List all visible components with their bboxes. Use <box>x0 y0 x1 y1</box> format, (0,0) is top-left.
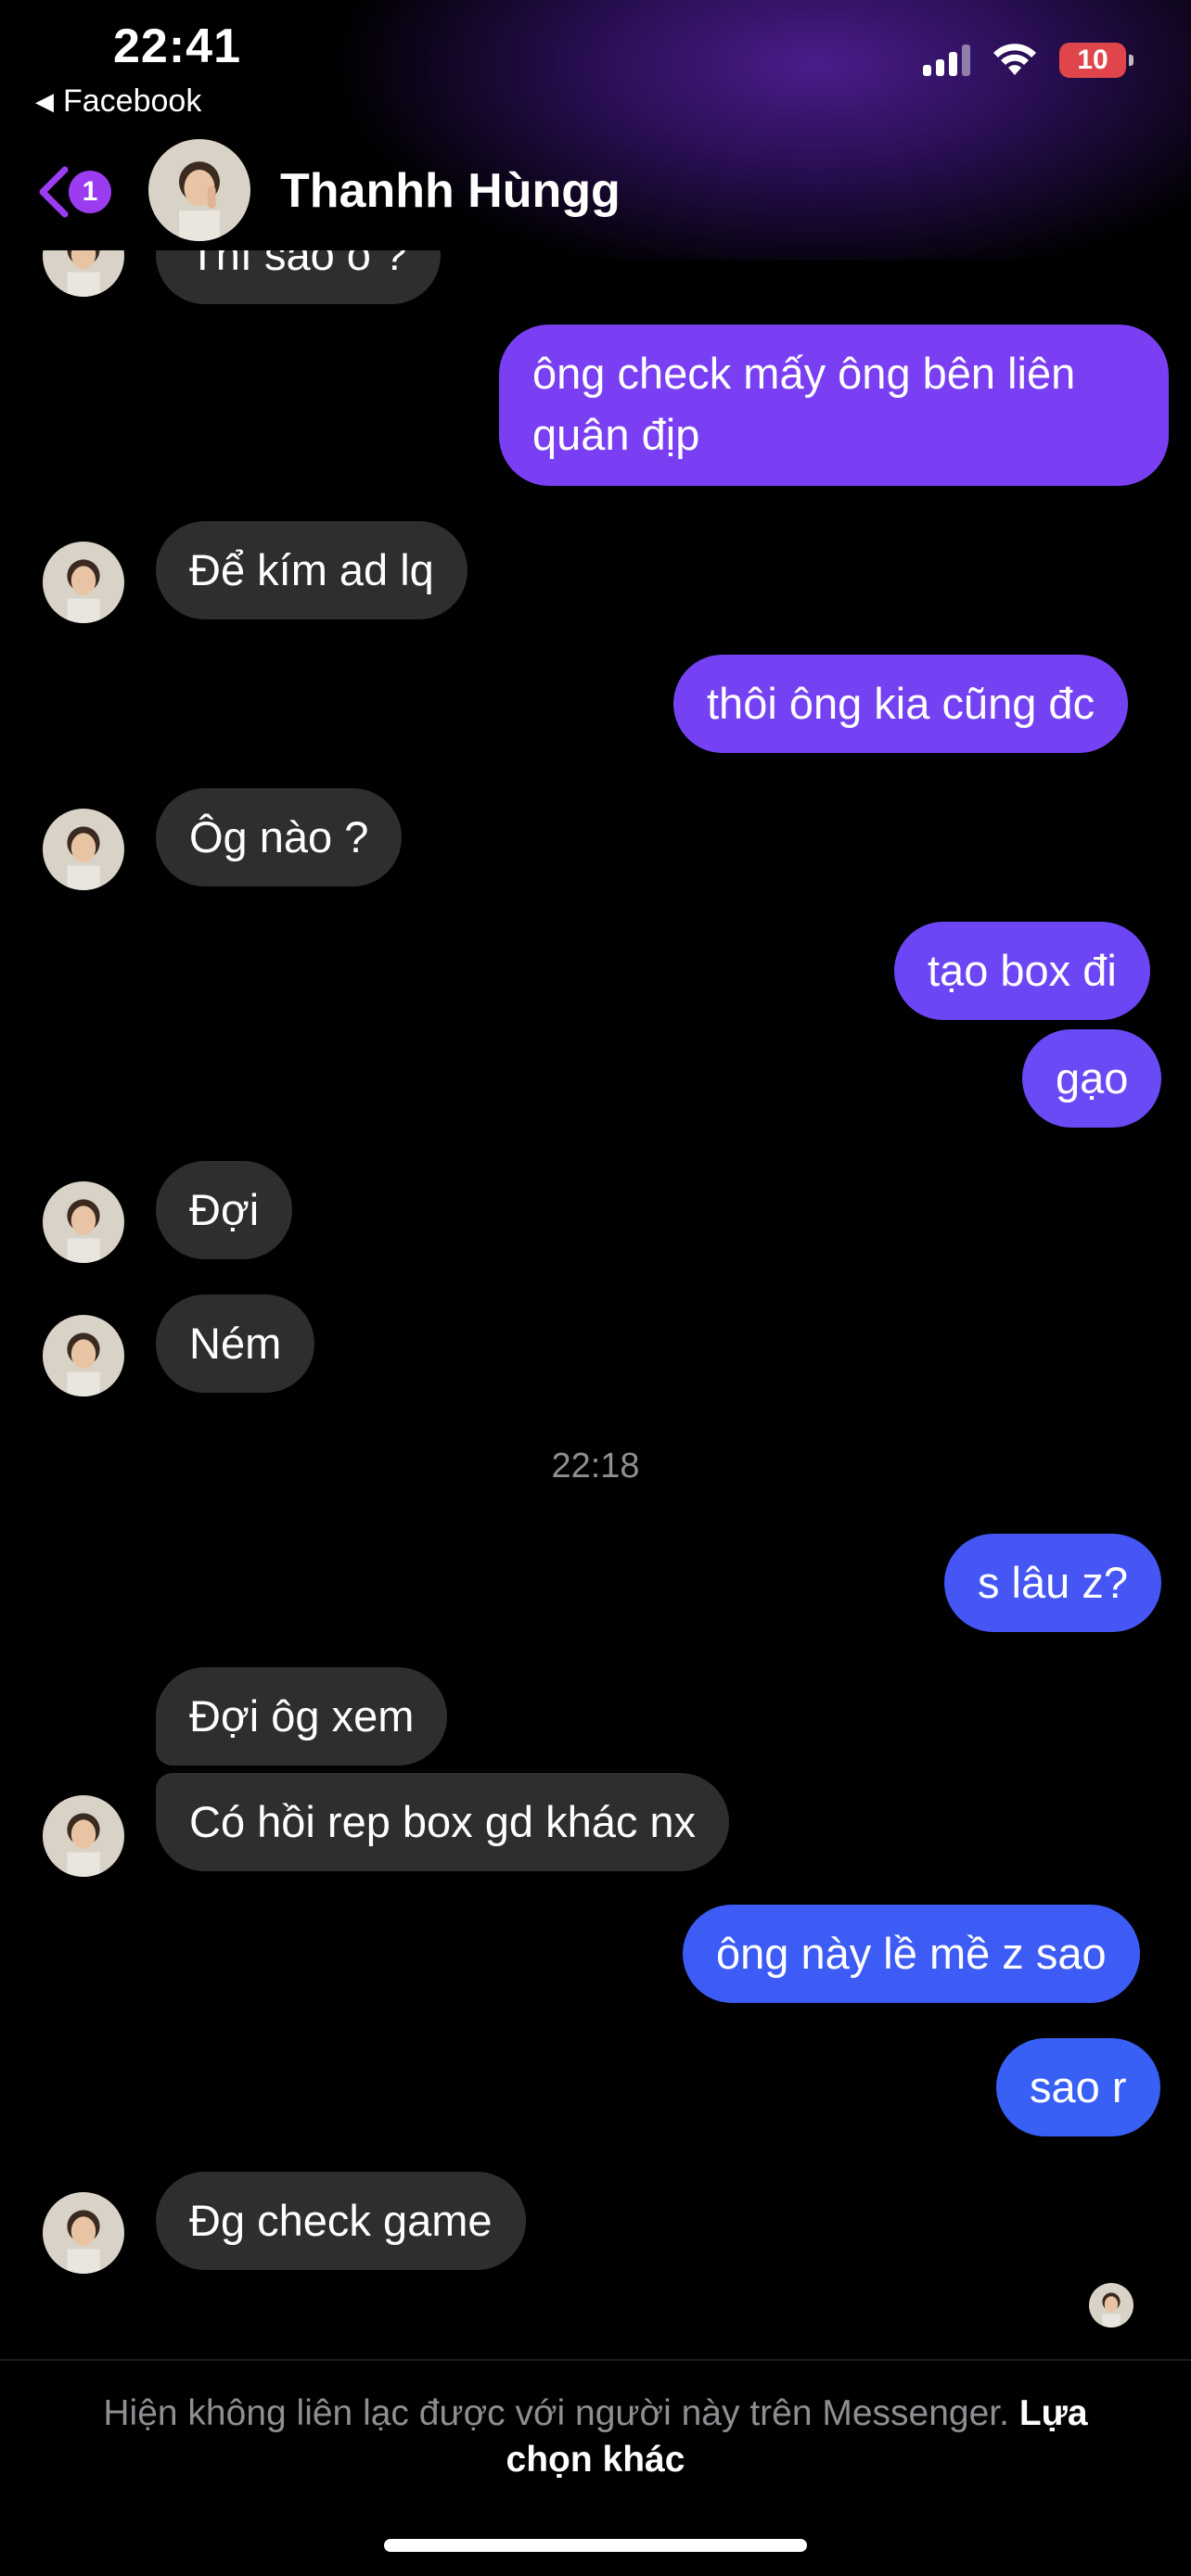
unreachable-notice: Hiện không liên lạc được với người này t… <box>56 2391 1135 2483</box>
status-time: 22:41 <box>113 19 241 73</box>
chevron-left-icon <box>39 166 69 218</box>
outgoing-message[interactable]: tạo box đi <box>894 922 1150 1020</box>
outgoing-message[interactable]: thôi ông kia cũng đc <box>673 655 1129 753</box>
battery-level: 10 <box>1077 45 1108 75</box>
sender-avatar <box>43 2192 124 2274</box>
incoming-message[interactable]: Có hồi rep box gd khác nx <box>156 1773 730 1871</box>
outgoing-message[interactable]: ông check mấy ông bên liên quân địp <box>499 325 1169 486</box>
seen-avatar <box>1089 2283 1133 2327</box>
unread-badge: 1 <box>69 171 111 213</box>
sender-avatar <box>43 250 124 297</box>
back-to-app-link[interactable]: ◀ Facebook <box>35 83 201 120</box>
incoming-message[interactable]: Đợi <box>156 1161 293 1259</box>
chat-header: 1 Thanhh Hùngg <box>0 139 1191 250</box>
incoming-message[interactable]: Thì sao ô ? <box>156 250 442 304</box>
back-app-label: Facebook <box>63 83 202 119</box>
contact-avatar[interactable] <box>148 139 250 241</box>
sender-avatar <box>43 1315 124 1396</box>
incoming-message[interactable]: Ném <box>156 1294 315 1393</box>
home-indicator[interactable] <box>384 2539 807 2552</box>
message-line: ông check mấy ông bên liên <box>532 349 1076 398</box>
sender-avatar <box>43 542 124 623</box>
wifi-icon <box>993 44 1036 75</box>
notice-text: Hiện không liên lạc được với người này t… <box>103 2393 1009 2433</box>
back-button[interactable]: 1 <box>35 165 111 219</box>
signal-icon <box>923 45 970 76</box>
outgoing-message[interactable]: gạo <box>1022 1029 1162 1128</box>
status-icons: 10 <box>923 43 1133 78</box>
incoming-message[interactable]: Ôg nào ? <box>156 788 403 886</box>
outgoing-message[interactable]: sao r <box>996 2038 1160 2136</box>
contact-name[interactable]: Thanhh Hùngg <box>280 163 621 219</box>
battery-icon: 10 <box>1059 43 1133 78</box>
back-triangle-icon: ◀ <box>35 87 54 115</box>
footer-divider <box>0 2359 1191 2361</box>
outgoing-message[interactable]: s lâu z? <box>944 1534 1161 1632</box>
incoming-message[interactable]: Đợi ôg xem <box>156 1667 448 1766</box>
incoming-message[interactable]: Để kím ad lq <box>156 521 467 619</box>
message-timestamp: 22:18 <box>551 1447 640 1486</box>
message-line: quân địp <box>532 410 700 459</box>
sender-avatar <box>43 1181 124 1263</box>
sender-avatar <box>43 1795 124 1877</box>
outgoing-message[interactable]: ông này lề mề z sao <box>683 1905 1140 2003</box>
incoming-message[interactable]: Đg check game <box>156 2172 526 2270</box>
sender-avatar <box>43 809 124 890</box>
